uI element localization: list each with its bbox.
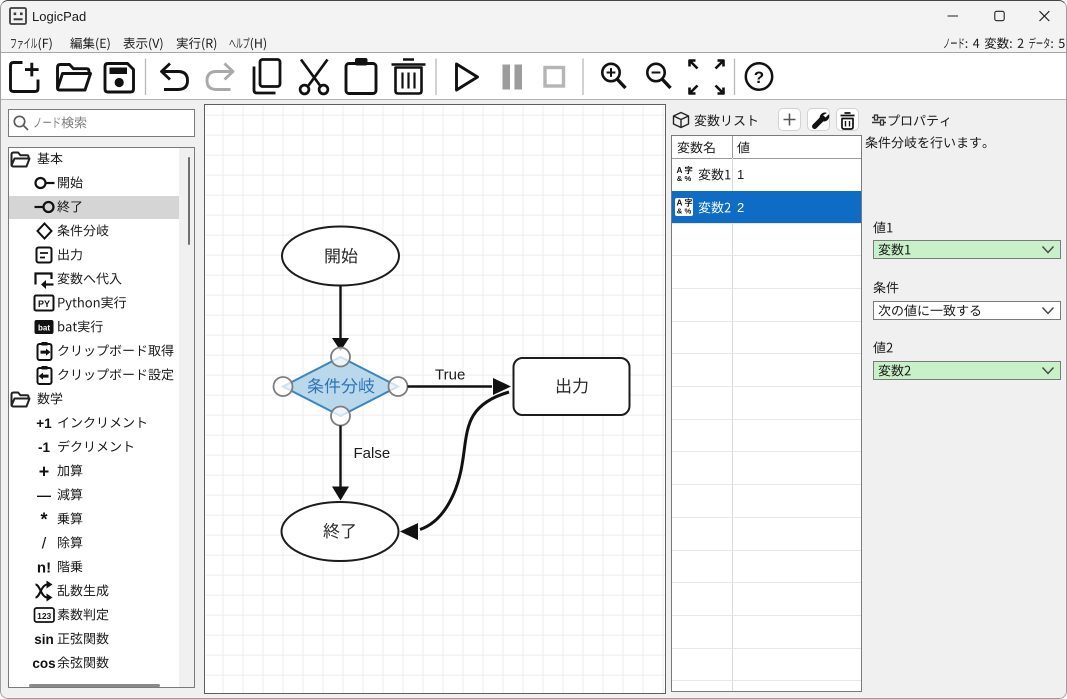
svg-text:%: %: [685, 174, 692, 183]
svg-text:%: %: [685, 206, 692, 215]
svg-text:&: &: [677, 174, 683, 183]
svg-text:&: &: [677, 206, 683, 215]
